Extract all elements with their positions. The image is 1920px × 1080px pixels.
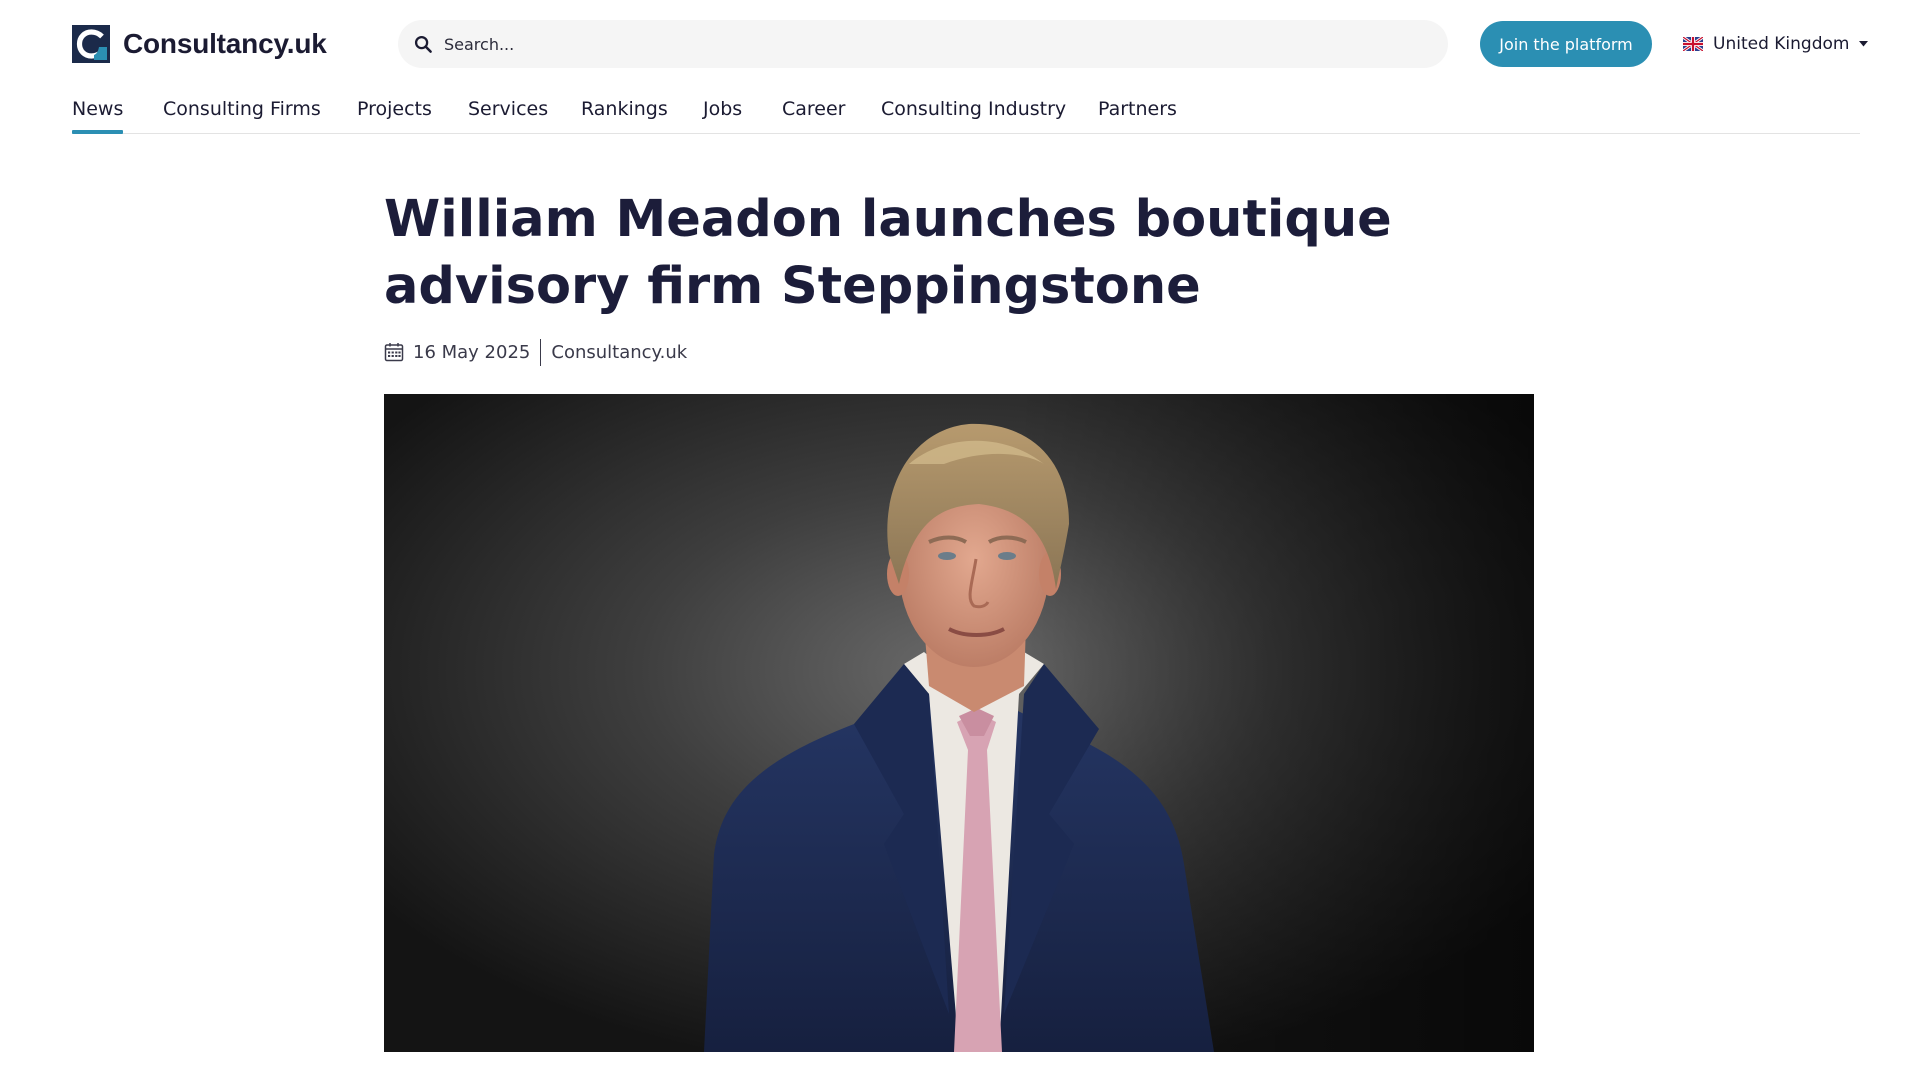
search-icon [414, 35, 432, 53]
logo-text: Consultancy.uk [123, 28, 327, 59]
nav-item-partners[interactable]: Partners [1098, 98, 1177, 134]
article-date: 16 May 2025 [413, 341, 531, 363]
article-title: William Meadon launches boutique advisor… [384, 190, 1392, 316]
article-source: Consultancy.uk [551, 341, 688, 363]
nav-item-rankings[interactable]: Rankings [581, 98, 668, 134]
main-nav: News Consulting Firms Projects Services … [72, 86, 1860, 134]
meta-divider [540, 338, 542, 366]
join-platform-button[interactable]: Join the platform [1480, 21, 1652, 67]
site-header: Consultancy.uk Join the platform United … [0, 0, 1920, 86]
caret-down-icon [1859, 41, 1869, 47]
nav-item-services[interactable]: Services [468, 98, 548, 134]
consultancy-logo-icon [72, 25, 110, 63]
nav-item-jobs[interactable]: Jobs [703, 98, 742, 134]
nav-item-projects[interactable]: Projects [357, 98, 432, 134]
portrait-photo [384, 394, 1534, 1052]
article-meta: 16 May 2025 Consultancy.uk [384, 338, 688, 366]
nav-item-consulting-firms[interactable]: Consulting Firms [163, 98, 321, 134]
search-bar[interactable] [398, 20, 1448, 68]
region-label: United Kingdom [1713, 34, 1850, 54]
nav-item-career[interactable]: Career [782, 98, 846, 134]
site-logo[interactable]: Consultancy.uk [72, 24, 327, 64]
nav-item-consulting-industry[interactable]: Consulting Industry [881, 98, 1066, 134]
search-input[interactable] [444, 34, 1448, 54]
region-selector[interactable]: United Kingdom [1683, 31, 1869, 57]
nav-item-news[interactable]: News [72, 98, 124, 134]
uk-flag-icon [1683, 37, 1703, 51]
calendar-icon [384, 343, 404, 362]
article-hero-image [384, 394, 1534, 1052]
